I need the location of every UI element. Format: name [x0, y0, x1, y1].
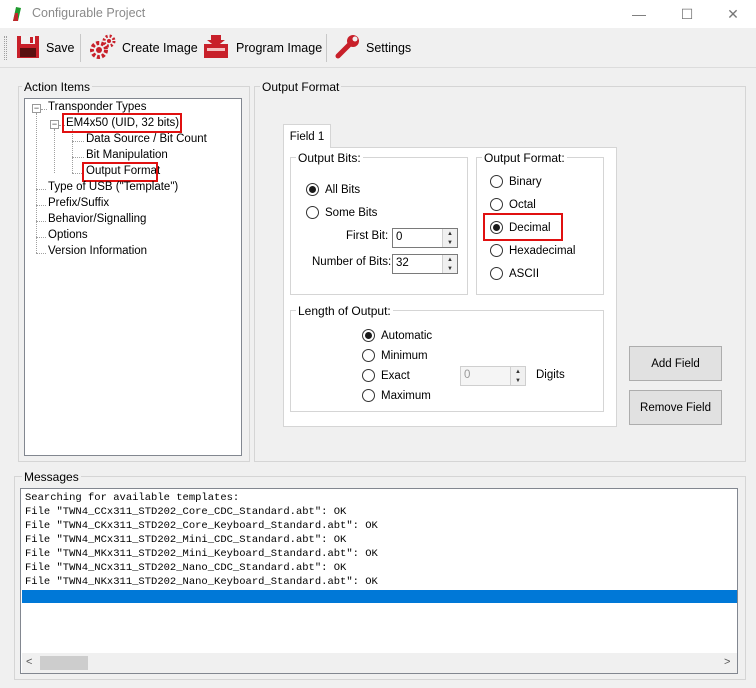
- digits-stepper[interactable]: 0 ▲ ▼: [460, 366, 526, 386]
- radio-exact[interactable]: Exact: [362, 369, 410, 382]
- scroll-left-icon[interactable]: <: [26, 656, 32, 668]
- tree-item-prefix-suffix[interactable]: Prefix/Suffix: [48, 197, 109, 209]
- number-of-bits-stepper[interactable]: 32 ▲ ▼: [392, 254, 458, 274]
- first-bit-stepper[interactable]: 0 ▲ ▼: [392, 228, 458, 248]
- radio-minimum[interactable]: Minimum: [362, 349, 428, 362]
- output-bits-group: [290, 157, 468, 295]
- save-button[interactable]: Save: [16, 32, 75, 64]
- radio-maximum[interactable]: Maximum: [362, 389, 431, 402]
- tree-item-version-information[interactable]: Version Information: [48, 245, 147, 257]
- tree-item-behavior[interactable]: Behavior/Signalling: [48, 213, 146, 225]
- selected-row[interactable]: [22, 590, 737, 603]
- length-of-output-group: [290, 310, 604, 412]
- app-icon: [10, 6, 22, 22]
- minimize-button[interactable]: —: [616, 0, 662, 28]
- program-image-label: Program Image: [236, 41, 323, 55]
- messages-list[interactable]: Searching for available templates: File …: [20, 488, 738, 674]
- radio-binary[interactable]: Binary: [490, 175, 542, 188]
- message-line: File "TWN4_MCx311_STD202_Mini_CDC_Standa…: [25, 534, 347, 546]
- scrollbar-thumb[interactable]: [40, 656, 88, 670]
- tree-item-options[interactable]: Options: [48, 229, 88, 241]
- spin-down-icon: ▼: [511, 376, 525, 385]
- settings-button[interactable]: Settings: [334, 32, 411, 64]
- create-image-button[interactable]: Create Image: [90, 32, 198, 64]
- toolbar-separator: [326, 34, 327, 62]
- window-title: Configurable Project: [32, 6, 146, 20]
- toolbar: Save Create Image Program Image Settings: [0, 28, 756, 68]
- wrench-icon: [334, 34, 360, 63]
- spin-up-icon: ▲: [443, 255, 457, 264]
- gears-icon: [90, 34, 116, 63]
- message-line: File "TWN4_CKx311_STD202_Core_Keyboard_S…: [25, 520, 378, 532]
- collapse-icon[interactable]: −: [32, 104, 41, 113]
- toolbar-grip[interactable]: [4, 36, 7, 60]
- collapse-icon[interactable]: −: [50, 120, 59, 129]
- spin-down-icon: ▼: [443, 238, 457, 247]
- action-items-title: Action Items: [22, 80, 93, 94]
- radio-hexadecimal[interactable]: Hexadecimal: [490, 244, 575, 257]
- highlight-box: [483, 213, 563, 241]
- remove-field-button[interactable]: Remove Field: [629, 390, 722, 425]
- title-bar: Configurable Project — ☐ ✕: [0, 0, 756, 28]
- message-line: File "TWN4_MKx311_STD202_Mini_Keyboard_S…: [25, 548, 378, 560]
- output-bits-title: Output Bits:: [296, 151, 363, 165]
- spin-down-icon: ▼: [443, 264, 457, 273]
- highlight-box: [82, 162, 158, 182]
- length-of-output-title: Length of Output:: [296, 304, 393, 318]
- spin-up-icon: ▲: [511, 367, 525, 376]
- save-icon: [16, 35, 40, 62]
- message-line: File "TWN4_CCx311_STD202_Core_CDC_Standa…: [25, 506, 347, 518]
- action-items-tree[interactable]: − Transponder Types − EM4x50 (UID, 32 bi…: [24, 98, 242, 456]
- messages-title: Messages: [22, 470, 81, 484]
- radio-ascii[interactable]: ASCII: [490, 267, 539, 280]
- toolbar-separator: [80, 34, 81, 62]
- add-field-button[interactable]: Add Field: [629, 346, 722, 381]
- program-device-icon: [202, 34, 230, 63]
- message-line: File "TWN4_NKx311_STD202_Nano_Keyboard_S…: [25, 576, 378, 588]
- digits-label: Digits: [536, 369, 565, 381]
- maximize-button[interactable]: ☐: [664, 0, 710, 28]
- save-label: Save: [46, 41, 75, 55]
- settings-label: Settings: [366, 41, 412, 55]
- number-of-bits-label: Number of Bits:: [312, 256, 392, 268]
- message-line: File "TWN4_NCx311_STD202_Nano_CDC_Standa…: [25, 562, 347, 574]
- radio-octal[interactable]: Octal: [490, 198, 536, 211]
- spin-up-icon: ▲: [443, 229, 457, 238]
- close-button[interactable]: ✕: [710, 0, 756, 28]
- tree-item-bit-manipulation[interactable]: Bit Manipulation: [86, 149, 168, 161]
- highlight-box: [62, 113, 182, 133]
- tree-item-type-of-usb[interactable]: Type of USB ("Template"): [48, 181, 178, 193]
- tab-field-1[interactable]: Field 1: [283, 124, 331, 148]
- output-format-title: Output Format: [260, 80, 342, 94]
- format-options-title: Output Format:: [482, 151, 567, 165]
- tree-item-transponder-types[interactable]: Transponder Types: [48, 101, 146, 113]
- scroll-right-icon[interactable]: >: [724, 656, 730, 668]
- radio-some-bits[interactable]: Some Bits: [306, 206, 377, 219]
- program-image-button[interactable]: Program Image: [202, 32, 322, 64]
- horizontal-scrollbar[interactable]: < >: [22, 653, 737, 673]
- radio-automatic[interactable]: Automatic: [362, 329, 432, 342]
- tree-item-data-source[interactable]: Data Source / Bit Count: [86, 133, 207, 145]
- message-line: Searching for available templates:: [25, 492, 240, 504]
- radio-all-bits[interactable]: All Bits: [306, 183, 360, 196]
- first-bit-label: First Bit:: [346, 230, 389, 242]
- create-image-label: Create Image: [122, 41, 198, 55]
